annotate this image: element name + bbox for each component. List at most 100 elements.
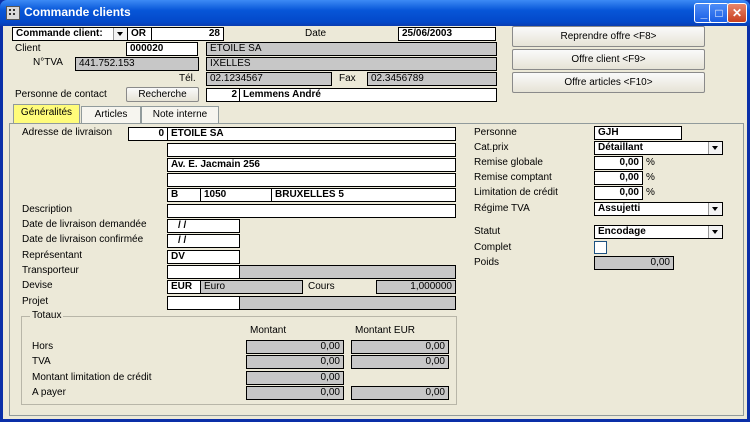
offre-articles-button[interactable]: Offre articles <F10> xyxy=(512,72,705,93)
remise-globale-label: Remise globale xyxy=(474,157,543,168)
totaux-apayer-montant: 0,00 xyxy=(246,386,344,400)
app-grid-icon xyxy=(6,6,20,20)
projet-code-field[interactable] xyxy=(167,296,240,310)
representant-label: Représentant xyxy=(22,250,83,261)
form-area: Commande client: OR 28 Date 25/06/2003 C… xyxy=(3,26,747,419)
remise-globale-field[interactable]: 0,00 xyxy=(594,156,643,170)
adresse-nom-field[interactable]: ETOILE SA xyxy=(167,127,456,141)
personne-field[interactable]: GJH xyxy=(594,126,682,140)
tab-generalites[interactable]: Généralités xyxy=(13,104,80,124)
maximize-button[interactable]: □ xyxy=(709,3,729,23)
adresse-line4-field[interactable] xyxy=(167,173,456,187)
adresse-label: Adresse de livraison xyxy=(22,127,113,138)
catprix-label: Cat.prix xyxy=(474,142,509,153)
doc-type-select[interactable]: Commande client: xyxy=(12,27,128,41)
client-code-field[interactable]: 000020 xyxy=(126,42,198,56)
tab-note-interne[interactable]: Note interne xyxy=(141,106,219,124)
limitation-pct: % xyxy=(646,187,655,198)
totaux-limitation-montant: 0,00 xyxy=(246,371,344,385)
date-confirmee-label: Date de livraison confirmée xyxy=(22,234,144,245)
poids-label: Poids xyxy=(474,257,500,268)
adresse-line2-field[interactable] xyxy=(167,143,456,157)
close-icon: ✕ xyxy=(731,6,743,20)
description-label: Description xyxy=(22,204,73,215)
totaux-group: Totaux Montant Montant EUR Hors 0,00 0,0… xyxy=(21,310,457,405)
remise-comptant-pct: % xyxy=(646,172,655,183)
transporteur-label: Transporteur xyxy=(22,265,79,276)
chevron-down-icon xyxy=(113,28,127,40)
tva-field: 441.752.153 xyxy=(75,57,199,71)
app-window: Commande clients _ □ ✕ Commande client: … xyxy=(0,0,750,422)
remise-comptant-label: Remise comptant xyxy=(474,172,552,183)
series-field[interactable]: OR xyxy=(127,27,152,41)
contact-name-field[interactable]: Lemmens André xyxy=(239,88,497,102)
order-number-field[interactable]: 28 xyxy=(151,27,224,41)
search-button[interactable]: Recherche xyxy=(126,87,199,102)
complet-label: Complet xyxy=(474,242,512,253)
devise-code-field[interactable]: EUR xyxy=(167,280,201,294)
fax-label: Fax xyxy=(339,73,356,84)
representant-field[interactable]: DV xyxy=(167,250,240,264)
complet-checkbox[interactable] xyxy=(594,241,607,254)
totaux-tva-label: TVA xyxy=(32,356,51,367)
adresse-num-field[interactable]: 0 xyxy=(128,127,168,141)
offre-client-button[interactable]: Offre client <F9> xyxy=(512,49,705,70)
totaux-title: Totaux xyxy=(30,310,64,322)
title-bar[interactable]: Commande clients _ □ ✕ xyxy=(0,0,750,26)
client-label: Client xyxy=(15,43,41,54)
statut-label: Statut xyxy=(474,226,501,237)
personne-label: Personne xyxy=(474,127,517,138)
tel-label: Tél. xyxy=(179,73,196,84)
date-demandee-field[interactable]: / / xyxy=(167,219,240,233)
adresse-rue-field[interactable]: Av. E. Jacmain 256 xyxy=(167,158,456,172)
totaux-hors-montant-eur: 0,00 xyxy=(351,340,449,354)
totaux-hors-label: Hors xyxy=(32,341,54,352)
totaux-hors-montant: 0,00 xyxy=(246,340,344,354)
transporteur-code-field[interactable] xyxy=(167,265,240,279)
poids-field: 0,00 xyxy=(594,256,674,270)
city-field: IXELLES xyxy=(206,57,497,71)
code-postal-field[interactable]: 1050 xyxy=(200,188,272,202)
pays-field[interactable]: B xyxy=(167,188,201,202)
tab-articles[interactable]: Articles xyxy=(81,106,141,124)
date-demandee-label: Date de livraison demandée xyxy=(22,219,147,230)
window-title: Commande clients xyxy=(24,5,131,19)
totaux-limitation-label: Montant limitation de crédit xyxy=(32,372,152,383)
cours-field: 1,000000 xyxy=(376,280,456,294)
totaux-tva-montant-eur: 0,00 xyxy=(351,355,449,369)
regime-value: Assujetti xyxy=(598,203,641,214)
tva-label: N°TVA xyxy=(33,57,63,68)
date-field[interactable]: 25/06/2003 xyxy=(398,27,496,41)
limitation-field[interactable]: 0,00 xyxy=(594,186,643,200)
contact-number-field[interactable]: 2 xyxy=(206,88,241,102)
chevron-down-icon xyxy=(708,142,722,154)
maximize-icon: □ xyxy=(715,6,723,20)
tel-field: 02.1234567 xyxy=(206,72,332,86)
totaux-apayer-label: A payer xyxy=(32,387,66,398)
devise-name-field: Euro xyxy=(200,280,303,294)
projet-label: Projet xyxy=(22,296,49,307)
remise-comptant-field[interactable]: 0,00 xyxy=(594,171,643,185)
date-label: Date xyxy=(305,28,327,39)
close-button[interactable]: ✕ xyxy=(727,3,747,23)
chevron-down-icon xyxy=(708,203,722,215)
cours-label: Cours xyxy=(308,281,335,292)
fax-field: 02.3456789 xyxy=(367,72,497,86)
doc-type-value: Commande client: xyxy=(16,28,103,39)
ville-field[interactable]: BRUXELLES 5 xyxy=(271,188,456,202)
statut-value: Encodage xyxy=(598,226,646,237)
contact-label: Personne de contact xyxy=(15,89,107,100)
regime-label: Régime TVA xyxy=(474,203,530,214)
projet-name-field xyxy=(239,296,456,310)
col-montant-eur-header: Montant EUR xyxy=(355,325,416,336)
date-confirmee-field[interactable]: / / xyxy=(167,234,240,248)
remise-globale-pct: % xyxy=(646,157,655,168)
reprendre-offre-button[interactable]: Reprendre offre <F8> xyxy=(512,26,705,47)
description-field[interactable] xyxy=(167,204,456,218)
catprix-value: Détaillant xyxy=(598,142,644,153)
limitation-label: Limitation de crédit xyxy=(474,187,558,198)
totaux-tva-montant: 0,00 xyxy=(246,355,344,369)
regime-select[interactable]: Assujetti xyxy=(594,202,723,216)
statut-select[interactable]: Encodage xyxy=(594,225,723,239)
catprix-select[interactable]: Détaillant xyxy=(594,141,723,155)
